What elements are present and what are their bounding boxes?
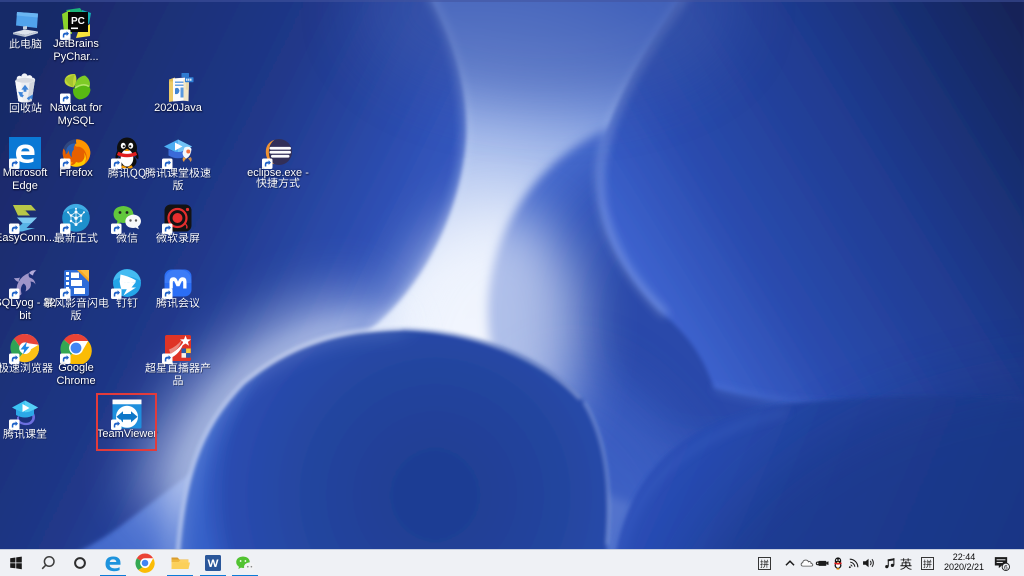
svg-text:6: 6 [1004,564,1008,571]
svg-text:PC: PC [71,16,85,27]
